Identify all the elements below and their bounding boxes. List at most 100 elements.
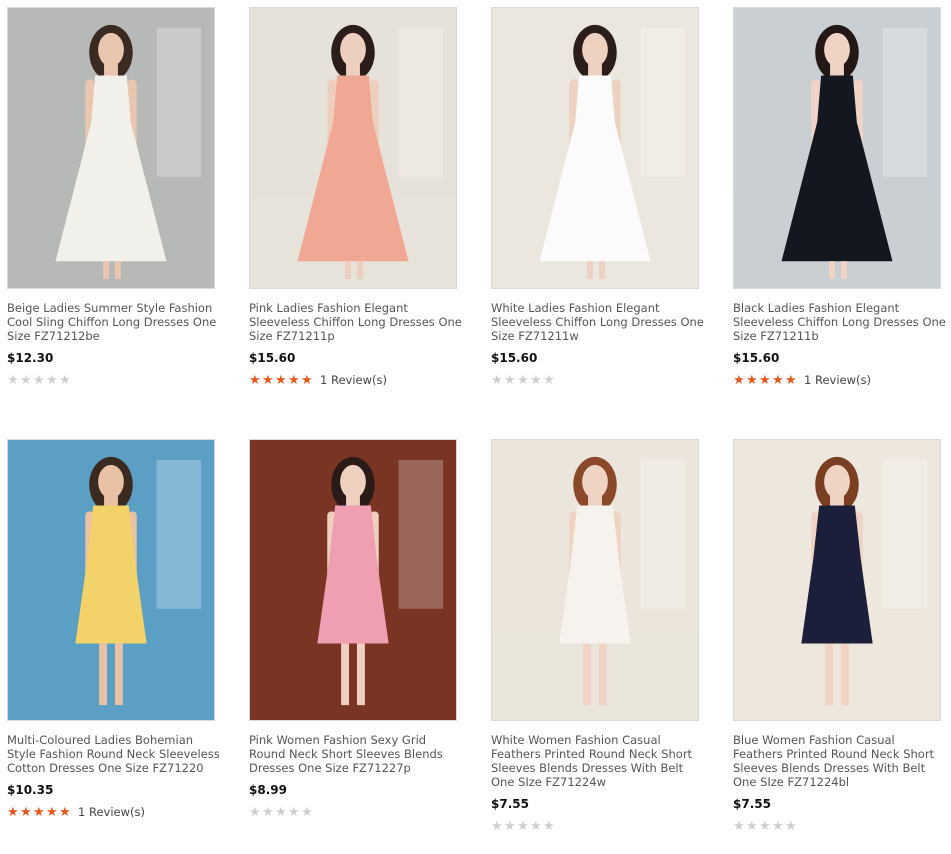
product-photo bbox=[250, 8, 456, 288]
product-image[interactable] bbox=[7, 7, 215, 289]
star-rating: ★ ★ ★ ★ ★ bbox=[249, 374, 314, 387]
star-icon: ★ bbox=[543, 818, 555, 834]
star-icon: ★ bbox=[20, 804, 32, 820]
product-photo bbox=[8, 8, 214, 288]
star-icon: ★ bbox=[746, 818, 758, 834]
star-icon: ★ bbox=[249, 804, 261, 820]
star-rating: ★ ★ ★ ★ ★ bbox=[7, 374, 72, 387]
product-price: $12.30 bbox=[7, 351, 54, 365]
product-price: $10.35 bbox=[7, 783, 54, 797]
product-price: $8.99 bbox=[249, 783, 287, 797]
star-icon: ★ bbox=[262, 804, 274, 820]
product-title[interactable]: White Ladies Fashion Elegant Sleeveless … bbox=[491, 301, 705, 343]
star-icon: ★ bbox=[33, 804, 45, 820]
product-card: White Women Fashion Casual Feathers Prin… bbox=[491, 439, 709, 833]
star-icon: ★ bbox=[59, 372, 71, 388]
product-image[interactable] bbox=[733, 439, 941, 721]
star-icon: ★ bbox=[288, 372, 300, 388]
product-card: Beige Ladies Summer Style Fashion Cool S… bbox=[7, 7, 225, 387]
product-photo bbox=[250, 440, 456, 720]
product-card: Pink Women Fashion Sexy Grid Round Neck … bbox=[249, 439, 467, 819]
product-title[interactable]: Blue Women Fashion Casual Feathers Print… bbox=[733, 733, 947, 789]
star-rating: ★ ★ ★ ★ ★ bbox=[491, 374, 556, 387]
product-photo bbox=[734, 8, 940, 288]
star-icon: ★ bbox=[733, 818, 745, 834]
star-icon: ★ bbox=[275, 372, 287, 388]
star-icon: ★ bbox=[301, 372, 313, 388]
product-price: $15.60 bbox=[249, 351, 296, 365]
product-photo bbox=[734, 440, 940, 720]
product-title[interactable]: White Women Fashion Casual Feathers Prin… bbox=[491, 733, 705, 789]
product-card: Black Ladies Fashion Elegant Sleeveless … bbox=[733, 7, 951, 387]
product-card: Pink Ladies Fashion Elegant Sleeveless C… bbox=[249, 7, 467, 387]
star-icon: ★ bbox=[59, 804, 71, 820]
star-rating: ★ ★ ★ ★ ★ bbox=[7, 806, 72, 819]
star-icon: ★ bbox=[733, 372, 745, 388]
star-icon: ★ bbox=[772, 818, 784, 834]
star-icon: ★ bbox=[530, 818, 542, 834]
star-icon: ★ bbox=[746, 372, 758, 388]
product-photo bbox=[8, 440, 214, 720]
product-rating: ★ ★ ★ ★ ★ bbox=[733, 819, 951, 833]
star-rating: ★ ★ ★ ★ ★ bbox=[733, 820, 798, 833]
product-grid: Beige Ladies Summer Style Fashion Cool S… bbox=[0, 0, 951, 854]
star-icon: ★ bbox=[543, 372, 555, 388]
star-icon: ★ bbox=[301, 804, 313, 820]
star-icon: ★ bbox=[491, 372, 503, 388]
star-icon: ★ bbox=[504, 818, 516, 834]
product-title[interactable]: Beige Ladies Summer Style Fashion Cool S… bbox=[7, 301, 221, 343]
product-image[interactable] bbox=[249, 439, 457, 721]
star-icon: ★ bbox=[46, 804, 58, 820]
star-rating: ★ ★ ★ ★ ★ bbox=[249, 806, 314, 819]
product-rating: ★ ★ ★ ★ ★ bbox=[249, 805, 467, 819]
star-icon: ★ bbox=[517, 818, 529, 834]
product-rating: ★ ★ ★ ★ ★ bbox=[491, 819, 709, 833]
product-title[interactable]: Black Ladies Fashion Elegant Sleeveless … bbox=[733, 301, 947, 343]
product-rating: ★ ★ ★ ★ ★ 1 Review(s) bbox=[7, 805, 225, 819]
product-card: Multi-Coloured Ladies Bohemian Style Fas… bbox=[7, 439, 225, 819]
star-icon: ★ bbox=[759, 818, 771, 834]
product-rating: ★ ★ ★ ★ ★ bbox=[7, 373, 225, 387]
star-icon: ★ bbox=[288, 804, 300, 820]
product-image[interactable] bbox=[491, 7, 699, 289]
star-icon: ★ bbox=[7, 372, 19, 388]
reviews-link[interactable]: 1 Review(s) bbox=[320, 373, 387, 387]
star-icon: ★ bbox=[33, 372, 45, 388]
star-icon: ★ bbox=[759, 372, 771, 388]
product-image[interactable] bbox=[733, 7, 941, 289]
product-card: Blue Women Fashion Casual Feathers Print… bbox=[733, 439, 951, 833]
product-price: $15.60 bbox=[733, 351, 780, 365]
star-rating: ★ ★ ★ ★ ★ bbox=[733, 374, 798, 387]
star-icon: ★ bbox=[20, 372, 32, 388]
product-image[interactable] bbox=[249, 7, 457, 289]
star-icon: ★ bbox=[275, 804, 287, 820]
star-icon: ★ bbox=[785, 372, 797, 388]
star-icon: ★ bbox=[772, 372, 784, 388]
product-price: $7.55 bbox=[733, 797, 771, 811]
star-icon: ★ bbox=[491, 818, 503, 834]
product-image[interactable] bbox=[7, 439, 215, 721]
star-rating: ★ ★ ★ ★ ★ bbox=[491, 820, 556, 833]
product-price: $15.60 bbox=[491, 351, 538, 365]
product-photo bbox=[492, 440, 698, 720]
star-icon: ★ bbox=[46, 372, 58, 388]
star-icon: ★ bbox=[530, 372, 542, 388]
product-card: White Ladies Fashion Elegant Sleeveless … bbox=[491, 7, 709, 387]
product-title[interactable]: Pink Ladies Fashion Elegant Sleeveless C… bbox=[249, 301, 463, 343]
reviews-link[interactable]: 1 Review(s) bbox=[804, 373, 871, 387]
star-icon: ★ bbox=[504, 372, 516, 388]
reviews-link[interactable]: 1 Review(s) bbox=[78, 805, 145, 819]
product-photo bbox=[492, 8, 698, 288]
product-rating: ★ ★ ★ ★ ★ 1 Review(s) bbox=[249, 373, 467, 387]
product-rating: ★ ★ ★ ★ ★ 1 Review(s) bbox=[733, 373, 951, 387]
star-icon: ★ bbox=[262, 372, 274, 388]
product-title[interactable]: Pink Women Fashion Sexy Grid Round Neck … bbox=[249, 733, 463, 775]
star-icon: ★ bbox=[517, 372, 529, 388]
product-rating: ★ ★ ★ ★ ★ bbox=[491, 373, 709, 387]
product-title[interactable]: Multi-Coloured Ladies Bohemian Style Fas… bbox=[7, 733, 221, 775]
star-icon: ★ bbox=[785, 818, 797, 834]
product-image[interactable] bbox=[491, 439, 699, 721]
star-icon: ★ bbox=[249, 372, 261, 388]
product-price: $7.55 bbox=[491, 797, 529, 811]
star-icon: ★ bbox=[7, 804, 19, 820]
